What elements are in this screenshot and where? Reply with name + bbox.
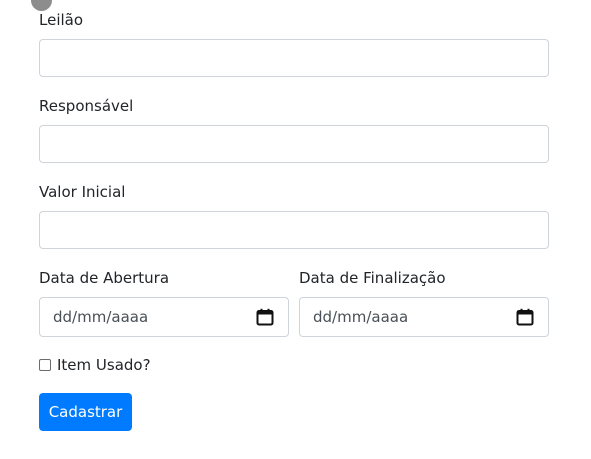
leilao-input[interactable] bbox=[39, 39, 549, 77]
item-usado-checkbox[interactable] bbox=[39, 359, 51, 371]
data-abertura-label: Data de Abertura bbox=[39, 269, 170, 287]
data-abertura-placeholder: dd/mm/aaaa bbox=[53, 308, 149, 326]
auction-form-page: Leilão Responsável Valor Inicial Data de… bbox=[0, 0, 591, 459]
leilao-label: Leilão bbox=[39, 11, 84, 29]
valor-inicial-input[interactable] bbox=[39, 211, 549, 249]
data-finalizacao-input[interactable]: dd/mm/aaaa bbox=[299, 297, 549, 337]
calendar-icon[interactable] bbox=[256, 308, 274, 326]
data-finalizacao-label: Data de Finalização bbox=[299, 269, 446, 287]
responsavel-input[interactable] bbox=[39, 125, 549, 163]
data-abertura-input[interactable]: dd/mm/aaaa bbox=[39, 297, 289, 337]
valor-inicial-label: Valor Inicial bbox=[39, 183, 126, 201]
responsavel-label: Responsável bbox=[39, 97, 134, 115]
cadastrar-button[interactable]: Cadastrar bbox=[39, 393, 132, 431]
item-usado-row: Item Usado? bbox=[39, 356, 151, 374]
calendar-icon[interactable] bbox=[516, 308, 534, 326]
data-finalizacao-placeholder: dd/mm/aaaa bbox=[313, 308, 409, 326]
partial-avatar-dot bbox=[31, 0, 52, 11]
item-usado-label[interactable]: Item Usado? bbox=[57, 356, 151, 374]
